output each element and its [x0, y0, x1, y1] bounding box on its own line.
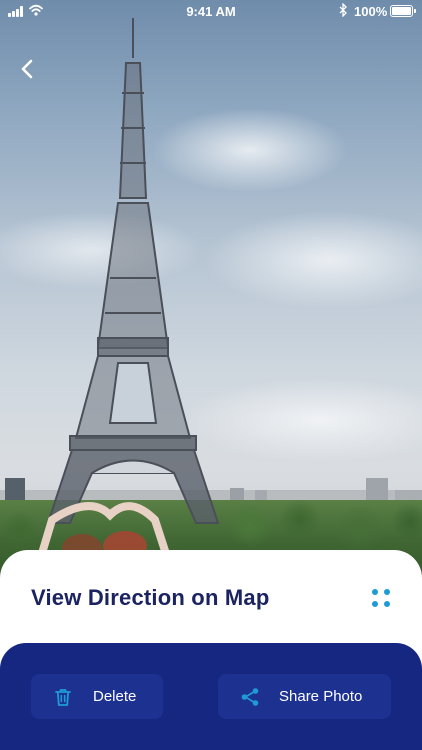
share-photo-button[interactable]: Share Photo [218, 674, 391, 719]
bluetooth-icon [339, 3, 347, 17]
view-direction-on-map-link[interactable]: View Direction on Map [31, 585, 270, 611]
action-panel: Delete Share Photo [0, 643, 422, 750]
delete-button[interactable]: Delete [31, 674, 163, 719]
trash-icon [55, 688, 71, 706]
four-dots-grid-icon[interactable] [369, 586, 393, 610]
battery-icon [390, 5, 416, 17]
back-button[interactable] [14, 55, 42, 83]
chevron-left-icon [21, 59, 33, 79]
battery-percent: 100% [354, 4, 388, 19]
photo-eiffel-tower [0, 0, 422, 600]
battery-fill [392, 7, 411, 15]
eiffel-tower [46, 18, 220, 524]
status-bar: 9:41 AM 100% [0, 0, 422, 24]
delete-label: Delete [93, 688, 137, 705]
share-icon [241, 687, 259, 706]
share-photo-label: Share Photo [279, 688, 363, 705]
